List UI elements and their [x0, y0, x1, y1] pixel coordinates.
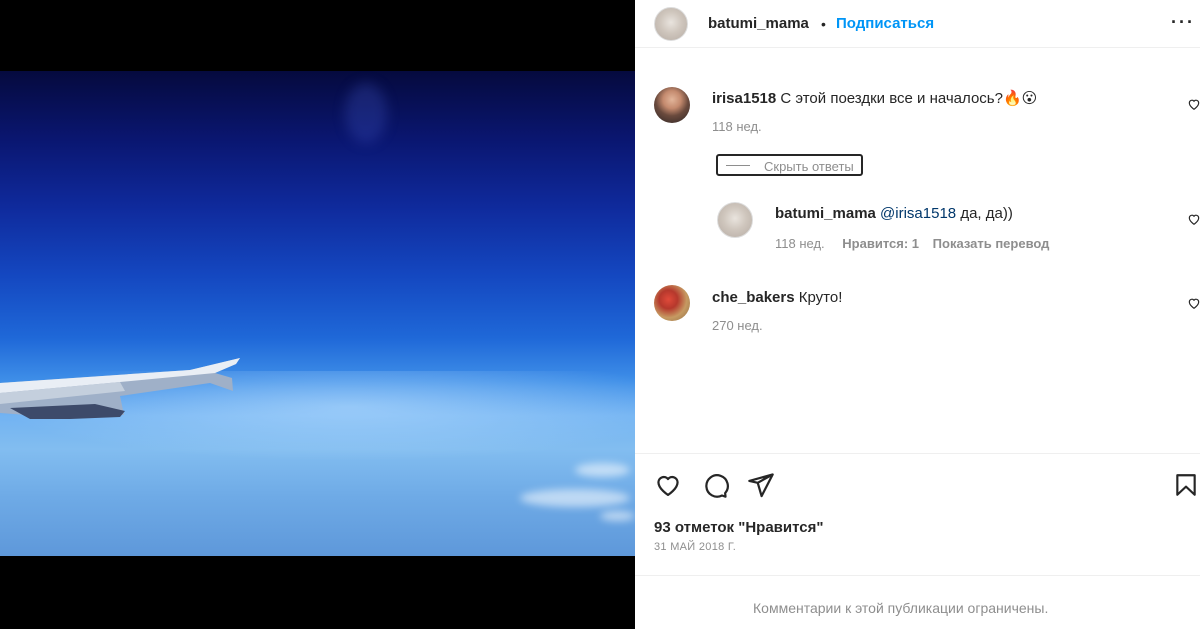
- reply-body: batumi_mama @irisa1518 да, да)): [775, 205, 1013, 222]
- author-avatar[interactable]: [654, 7, 688, 41]
- post-photo[interactable]: [0, 71, 635, 556]
- reply-mention-link[interactable]: @irisa1518: [880, 205, 956, 222]
- comment-like-heart-icon[interactable]: [1187, 296, 1200, 310]
- airplane-wing: [0, 358, 240, 419]
- post-header: batumi_mama • Подписаться ···: [635, 0, 1200, 48]
- separator-dot: •: [821, 16, 826, 32]
- comments-section-footer: Комментарии к этой публикации ограничены…: [635, 575, 1200, 629]
- post-date[interactable]: 31 МАЙ 2018 Г.: [654, 541, 736, 553]
- reply-like-heart-icon[interactable]: [1187, 212, 1200, 226]
- post-side-panel: batumi_mama • Подписаться ··· irisa1518 …: [635, 0, 1200, 629]
- comment-username[interactable]: che_bakers: [712, 289, 795, 306]
- reply-time[interactable]: 118 нед.: [775, 236, 825, 251]
- comment-icon[interactable]: [701, 471, 729, 499]
- reply-avatar[interactable]: [717, 202, 753, 238]
- bookmark-icon[interactable]: [1173, 471, 1199, 499]
- comment-time[interactable]: 118 нед.: [712, 119, 762, 134]
- reply-text: да, да)): [956, 205, 1013, 222]
- commenter-avatar[interactable]: [654, 87, 690, 123]
- more-options-icon[interactable]: ···: [1171, 12, 1195, 33]
- commenter-avatar[interactable]: [654, 285, 690, 321]
- hide-replies-label: Скрыть ответы: [764, 159, 854, 174]
- comment-like-heart-icon[interactable]: [1187, 97, 1200, 111]
- share-icon[interactable]: [747, 471, 775, 499]
- post-media-container: [0, 0, 635, 629]
- hide-replies-button[interactable]: Скрыть ответы: [716, 154, 863, 176]
- reply-username[interactable]: batumi_mama: [775, 205, 876, 222]
- comment-text: С этой поездки все и началось?🔥😮: [780, 90, 1038, 107]
- comment-body: irisa1518 С этой поездки все и началось?…: [712, 89, 1037, 107]
- comment-username[interactable]: irisa1518: [712, 90, 776, 107]
- reply-likes-count[interactable]: Нравится: 1: [842, 236, 919, 251]
- replies-divider-line: [726, 165, 750, 166]
- comment-time[interactable]: 270 нед.: [712, 318, 763, 333]
- author-username[interactable]: batumi_mama: [708, 15, 809, 32]
- heart-icon[interactable]: [654, 471, 682, 499]
- likes-count[interactable]: 93 отметок "Нравится": [654, 519, 823, 536]
- comment-text: Круто!: [798, 289, 843, 306]
- reply-meta: 118 нед. Нравится: 1 Показать перевод: [775, 236, 1049, 251]
- follow-button[interactable]: Подписаться: [836, 15, 934, 32]
- comments-disabled-notice: Комментарии к этой публикации ограничены…: [753, 600, 1049, 616]
- comment-body: che_bakers Круто!: [712, 289, 842, 306]
- show-translation-link[interactable]: Показать перевод: [933, 236, 1050, 251]
